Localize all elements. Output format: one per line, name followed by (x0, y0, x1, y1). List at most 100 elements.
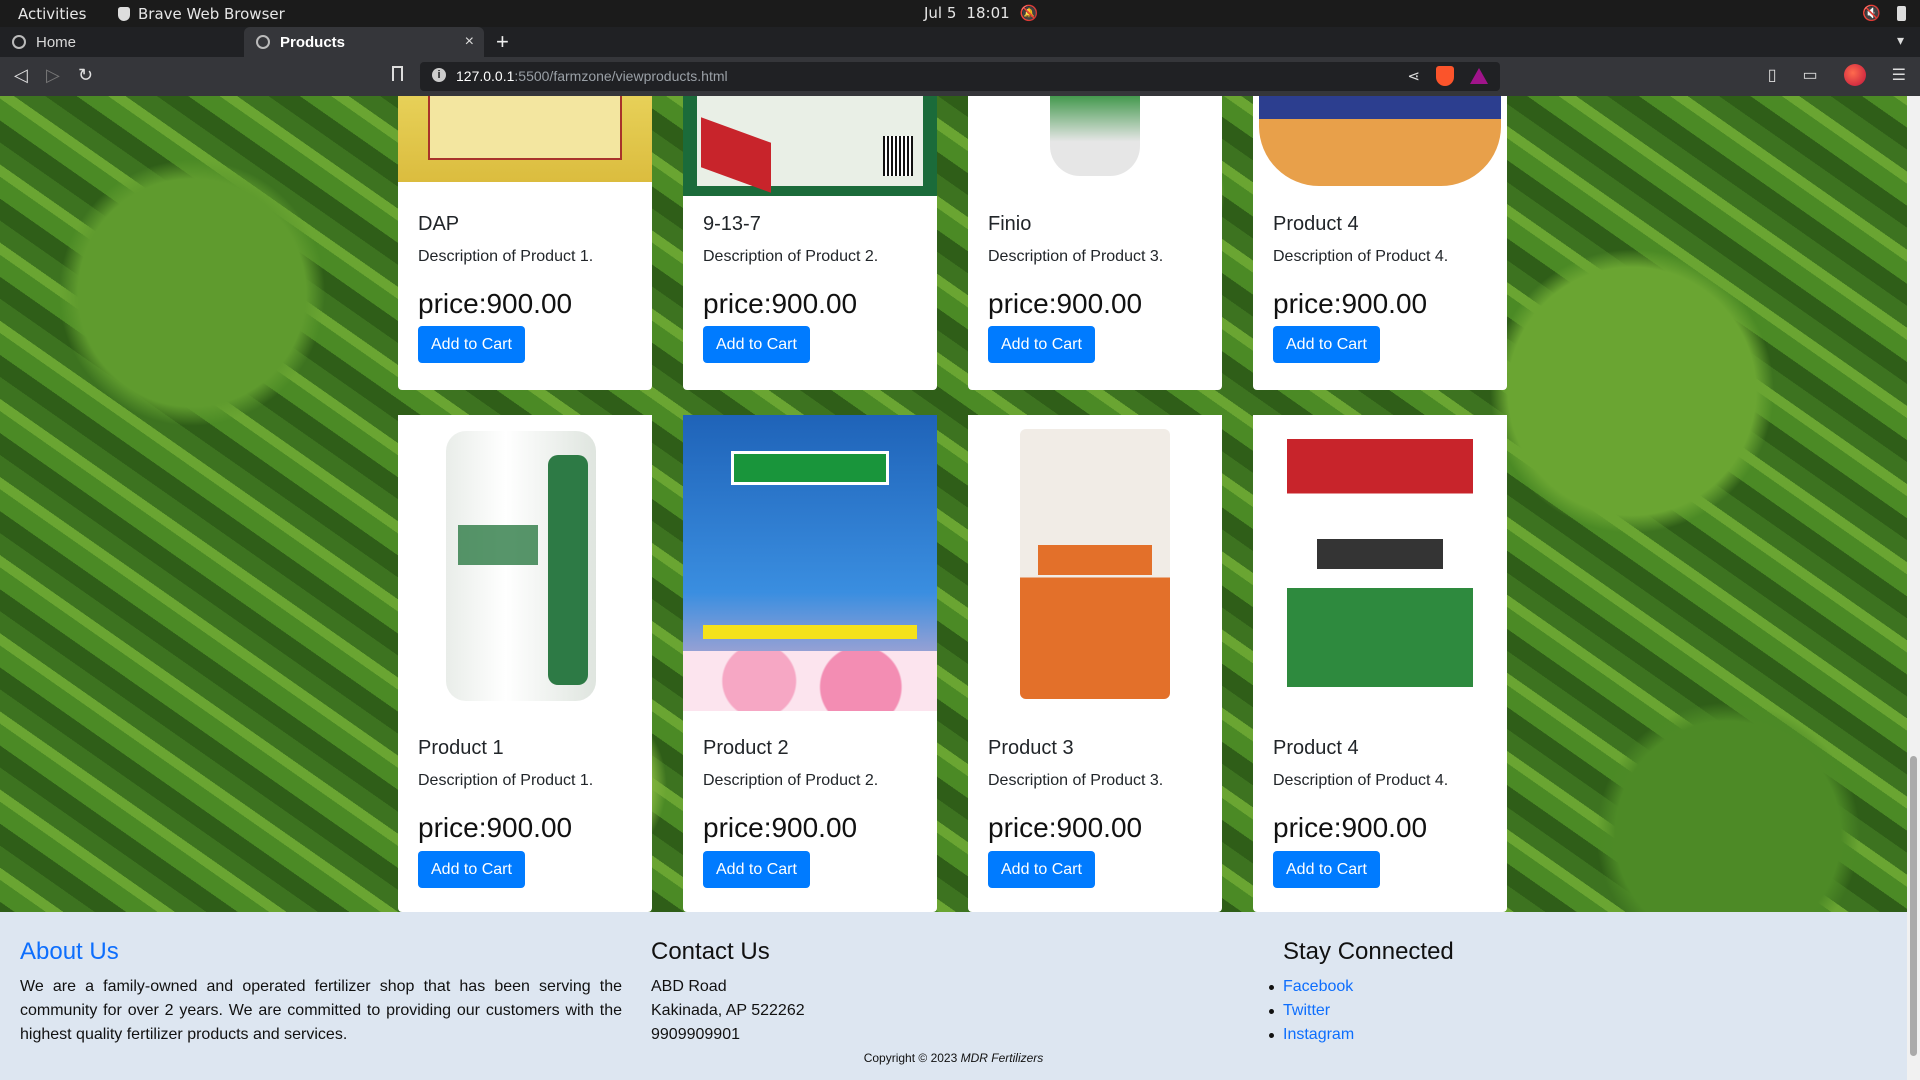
add-to-cart-button[interactable]: Add to Cart (418, 326, 525, 363)
add-to-cart-button[interactable]: Add to Cart (988, 851, 1095, 888)
product-description: Description of Product 4. (1273, 248, 1449, 265)
list-item: Facebook (1268, 975, 1354, 999)
url-path: :5500/farmzone/viewproducts.html (514, 68, 728, 84)
add-to-cart-button[interactable]: Add to Cart (988, 326, 1095, 363)
product-image (398, 96, 652, 196)
product-description: Description of Product 3. (988, 772, 1164, 789)
product-card: Product 1 Description of Product 1. pric… (398, 415, 652, 912)
list-item: Twitter (1268, 999, 1354, 1023)
copyright-brand: MDR Fertilizers (960, 1051, 1044, 1065)
product-card: Product 4 Description of Product 4. pric… (1253, 96, 1507, 390)
product-name: 9-13-7 (703, 213, 761, 235)
twitter-link[interactable]: Twitter (1283, 1002, 1330, 1019)
about-us-title[interactable]: About Us (20, 938, 119, 966)
globe-icon (12, 35, 26, 49)
notifications-muted-icon: 🔕 (1019, 4, 1039, 22)
product-description: Description of Product 4. (1273, 772, 1449, 789)
date: Jul 5 (924, 4, 957, 22)
clock[interactable]: Jul 5 18:01 🔕 (924, 4, 1038, 22)
sidebar-icon[interactable]: ▯ (1768, 65, 1777, 85)
share-icon[interactable]: ⋖ (1407, 67, 1420, 85)
browser-toolbar: ◁ ▷ ↻ i 127.0.0.1:5500/farmzone/viewprod… (0, 57, 1920, 96)
add-to-cart-button[interactable]: Add to Cart (703, 326, 810, 363)
product-image (683, 96, 937, 196)
time: 18:01 (966, 4, 1010, 22)
tab-strip: Home Products × + ▾ (0, 27, 1920, 57)
add-to-cart-button[interactable]: Add to Cart (418, 851, 525, 888)
product-name: Product 4 (1273, 737, 1359, 759)
product-image (1253, 415, 1507, 711)
product-description: Description of Product 2. (703, 772, 879, 789)
contact-address: ABD Road (651, 978, 727, 995)
product-card: Product 4 Description of Product 4. pric… (1253, 415, 1507, 912)
stay-connected-title: Stay Connected (1283, 938, 1454, 965)
activities-button[interactable]: Activities (18, 5, 86, 23)
system-tray[interactable]: 🔇 (1862, 4, 1906, 22)
product-name: Product 3 (988, 737, 1074, 759)
product-card: Product 2 Description of Product 2. pric… (683, 415, 937, 912)
back-icon[interactable]: ◁ (14, 65, 28, 86)
forward-icon[interactable]: ▷ (46, 65, 60, 86)
toolbar-actions: ▯ ▭ ☰ (1768, 64, 1906, 86)
product-name: Product 4 (1273, 213, 1359, 235)
page-footer: About Us We are a family-owned and opera… (0, 912, 1907, 1080)
product-image (968, 96, 1222, 196)
reload-icon[interactable]: ↻ (78, 65, 93, 86)
menu-icon[interactable]: ☰ (1892, 65, 1906, 85)
volume-muted-icon: 🔇 (1862, 4, 1881, 22)
about-us-text: We are a family-owned and operated ferti… (20, 978, 622, 1043)
product-price: price:900.00 (703, 812, 858, 843)
profile-avatar[interactable] (1843, 64, 1866, 86)
wallet-icon[interactable]: ▭ (1803, 65, 1818, 85)
product-price: price:900.00 (1273, 288, 1428, 319)
url-host: 127.0.0.1 (456, 68, 515, 84)
url-text[interactable]: 127.0.0.1:5500/farmzone/viewproducts.htm… (456, 68, 728, 84)
add-to-cart-button[interactable]: Add to Cart (703, 851, 810, 888)
new-tab-button[interactable]: + (496, 29, 509, 55)
app-menu[interactable]: Brave Web Browser (118, 5, 285, 23)
app-name: Brave Web Browser (138, 5, 285, 23)
product-image (1253, 96, 1507, 196)
product-name: Finio (988, 213, 1032, 235)
close-tab-icon[interactable]: × (465, 33, 474, 51)
list-item: Instagram (1268, 1023, 1354, 1047)
brave-shields-icon[interactable] (1436, 66, 1454, 86)
product-price: price:900.00 (988, 288, 1143, 319)
battery-icon (1897, 5, 1906, 21)
tab-search-chevron-icon[interactable]: ▾ (1897, 32, 1904, 49)
facebook-link[interactable]: Facebook (1283, 978, 1353, 995)
product-name: Product 1 (418, 737, 504, 759)
product-description: Description of Product 2. (703, 248, 879, 265)
page-scrollbar[interactable] (1907, 96, 1920, 1080)
product-name: DAP (418, 213, 460, 235)
copyright-text: Copyright © 2023 (863, 1051, 961, 1065)
product-name: Product 2 (703, 737, 789, 759)
scrollbar-thumb[interactable] (1910, 756, 1917, 1056)
product-image (398, 415, 652, 711)
product-price: price:900.00 (418, 288, 573, 319)
os-top-bar: Activities Brave Web Browser Jul 5 18:01… (0, 0, 1920, 27)
product-description: Description of Product 1. (418, 248, 594, 265)
product-description: Description of Product 3. (988, 248, 1164, 265)
add-to-cart-button[interactable]: Add to Cart (1273, 326, 1380, 363)
contact-city: Kakinada, AP 522262 (651, 1002, 805, 1019)
product-price: price:900.00 (418, 812, 573, 843)
tab-label: Home (36, 33, 77, 51)
product-price: price:900.00 (1273, 812, 1428, 843)
contact-info: ABD Road Kakinada, AP 522262 9909909901 (651, 975, 805, 1047)
bookmark-icon[interactable] (392, 66, 403, 81)
product-card: Finio Description of Product 3. price:90… (968, 96, 1222, 390)
site-info-icon[interactable]: i (432, 68, 446, 82)
instagram-link[interactable]: Instagram (1283, 1026, 1354, 1043)
contact-us-title: Contact Us (651, 938, 770, 965)
brave-rewards-icon[interactable] (1470, 68, 1488, 84)
product-image (683, 415, 937, 711)
brave-icon (118, 7, 130, 21)
tab-products[interactable]: Products × (244, 27, 484, 57)
product-price: price:900.00 (988, 812, 1143, 843)
globe-icon (256, 35, 270, 49)
tab-home[interactable]: Home (0, 27, 240, 57)
product-price: price:900.00 (703, 288, 858, 319)
add-to-cart-button[interactable]: Add to Cart (1273, 851, 1380, 888)
address-bar[interactable]: i 127.0.0.1:5500/farmzone/viewproducts.h… (420, 62, 1500, 91)
